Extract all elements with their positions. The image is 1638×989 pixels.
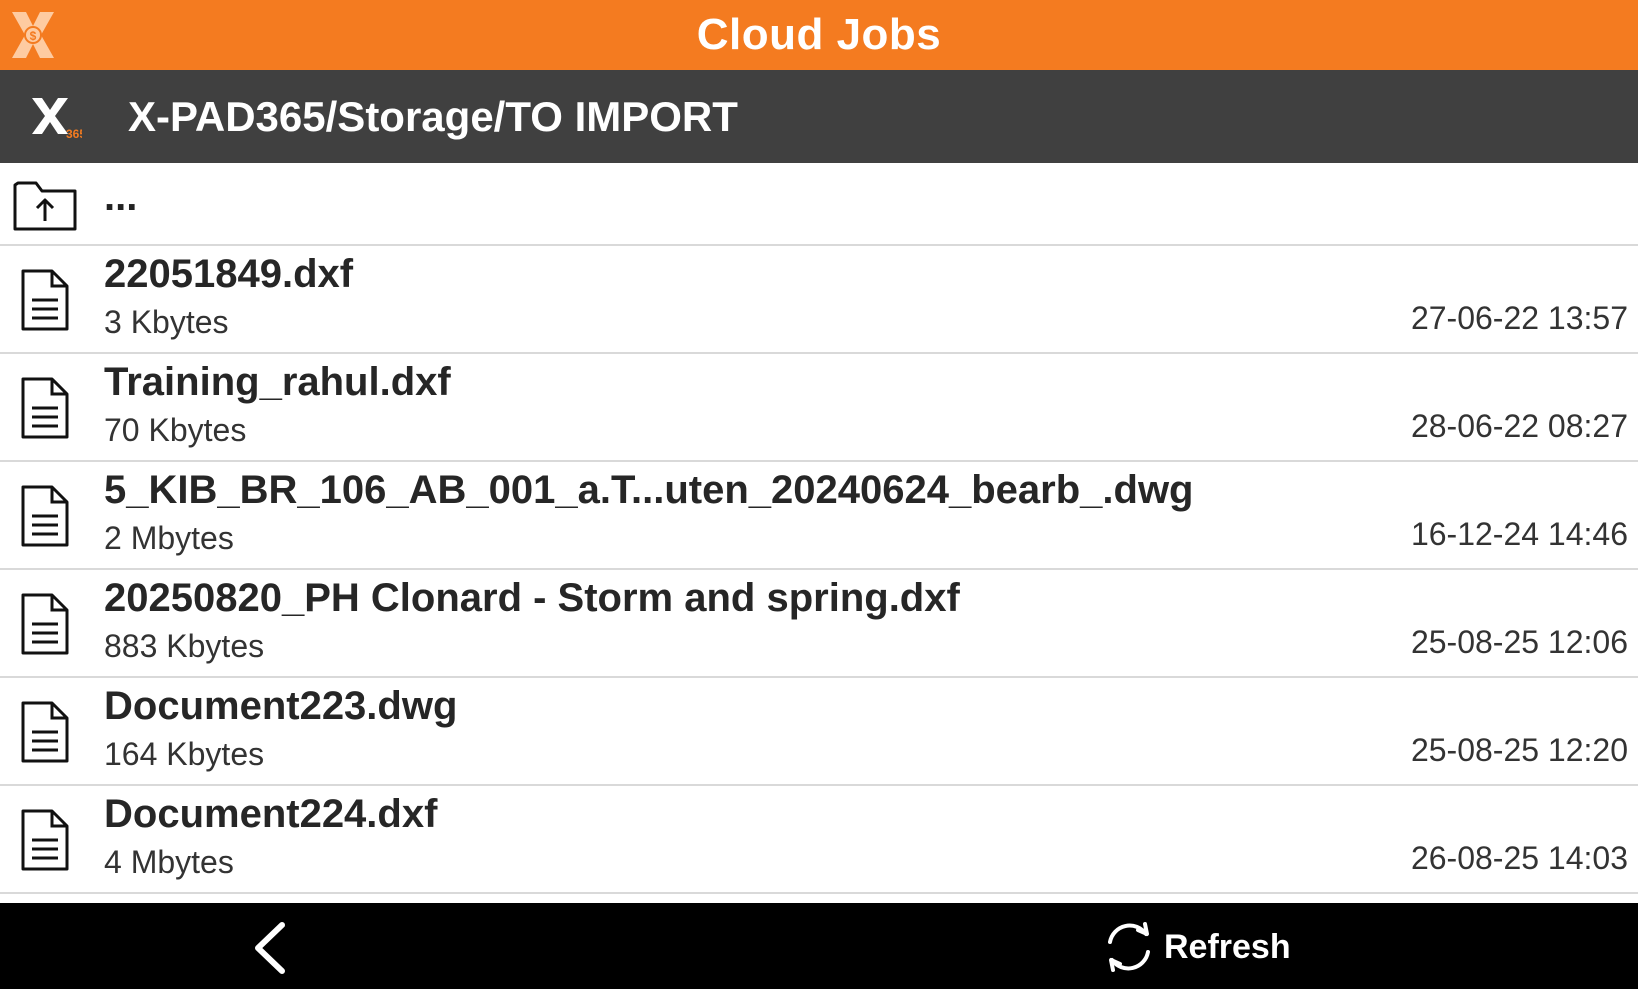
parent-folder-label: ... [104,175,138,219]
file-name: 22051849.dxf [104,252,354,296]
file-name: Document224.dxf [104,792,438,836]
file-date: 25-08-25 12:06 [1410,624,1628,660]
file-size: 2 Mbytes [104,520,234,556]
file-size: 70 Kbytes [104,412,247,448]
file-name: Document223.dwg [104,684,458,728]
refresh-label: Refresh [1164,927,1291,966]
file-icon [21,593,69,655]
list-item[interactable]: 22051849.dxf 3 Kbytes 27-06-22 13:57 [0,246,1638,354]
file-size: 4 Mbytes [104,844,234,880]
page-title: Cloud Jobs [696,10,942,59]
file-name: 20250820_PH Clonard - Storm and spring.d… [104,576,960,620]
file-name: 5_KIB_BR_106_AB_001_a.T...uten_20240624_… [104,468,1194,512]
file-date: 16-12-24 14:46 [1410,516,1628,552]
svg-text:$: $ [30,29,37,43]
app-icon-badge: 365 [66,127,82,140]
list-item[interactable]: 5_KIB_BR_106_AB_001_a.T...uten_20240624_… [0,462,1638,570]
file-name: Training_rahul.dxf [104,360,451,404]
parent-folder-item[interactable]: ... [0,163,1638,246]
path-bar: 365 X-PAD365/Storage/TO IMPORT [0,70,1638,163]
file-date: 26-08-25 14:03 [1410,840,1628,876]
file-size: 3 Kbytes [104,304,229,340]
file-date: 27-06-22 13:57 [1410,300,1628,336]
refresh-button[interactable]: Refresh [1098,917,1291,977]
file-icon [21,701,69,763]
back-chevron-icon[interactable] [240,921,298,975]
file-size: 883 Kbytes [104,628,265,664]
list-item[interactable]: Document223.dwg 164 Kbytes 25-08-25 12:2… [0,678,1638,786]
folder-up-icon [13,181,77,231]
x-pad365-icon: 365 [32,98,82,140]
current-path: X-PAD365/Storage/TO IMPORT [128,92,738,140]
refresh-icon [1108,922,1150,972]
list-item[interactable]: 20250820_PH Clonard - Storm and spring.d… [0,570,1638,678]
file-date: 28-06-22 08:27 [1410,408,1628,444]
x-pad-logo-icon: $ [12,12,54,58]
list-item[interactable]: Training_rahul.dxf 70 Kbytes 28-06-22 08… [0,354,1638,462]
list-item[interactable]: Document224.dxf 4 Mbytes 26-08-25 14:03 [0,786,1638,894]
bottom-bar: Refresh [0,903,1638,989]
file-size: 164 Kbytes [104,736,265,772]
file-icon [21,809,69,871]
file-icon [21,377,69,439]
file-list: ... 22051849.dxf 3 Kbytes 27-06-22 13:57 [0,163,1638,894]
file-date: 25-08-25 12:20 [1410,732,1628,768]
file-icon [21,269,69,331]
title-bar: $ Cloud Jobs [0,0,1638,70]
cloud-jobs-screen: $ Cloud Jobs 365 X-PAD365/Storage/TO IMP… [0,0,1638,989]
file-icon [21,485,69,547]
